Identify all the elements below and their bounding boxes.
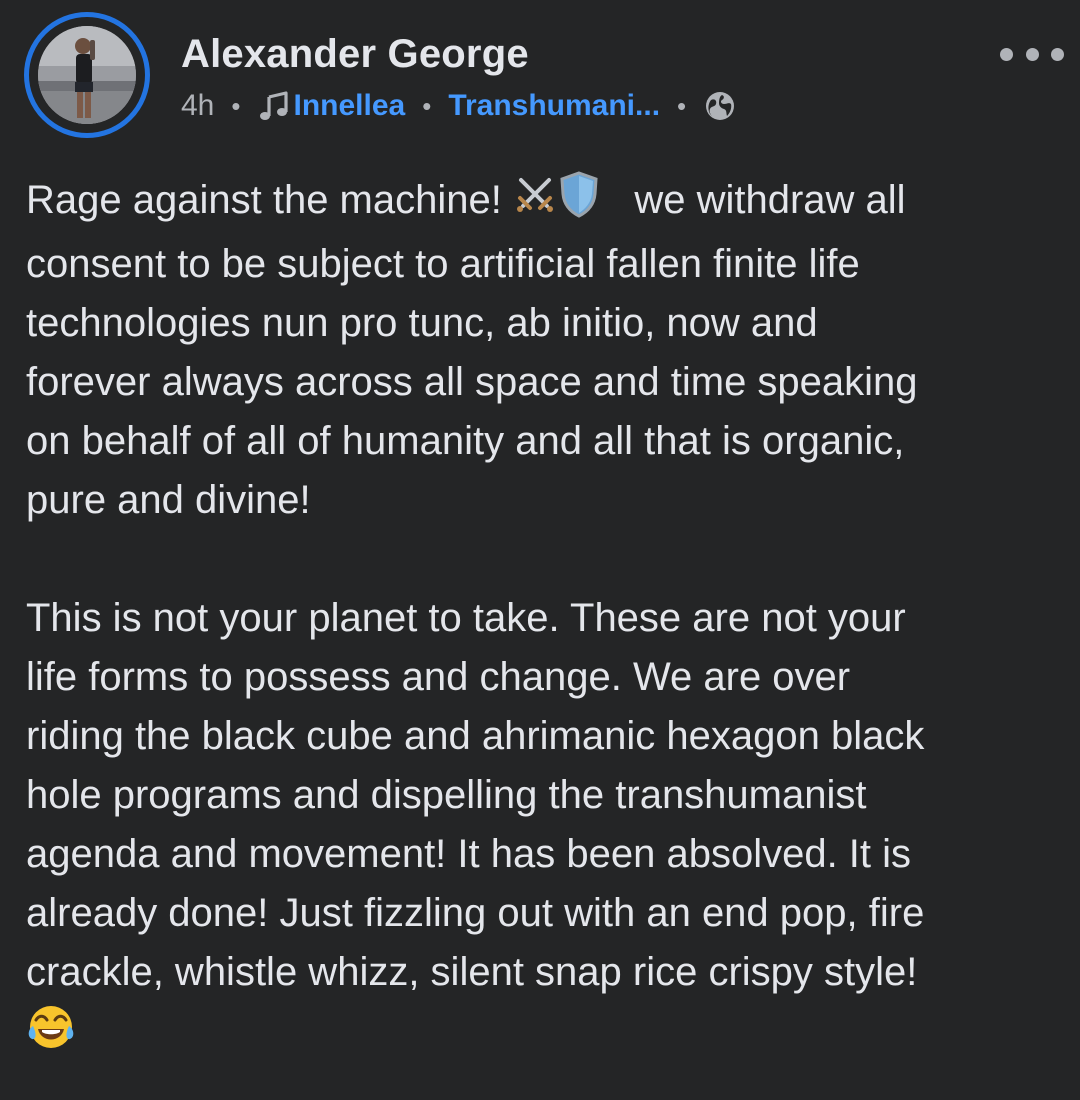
post-body: Rage against the machine! we withdraw al… [26,170,1066,1069]
more-options-button[interactable] [1000,38,1064,70]
post-line: crackle, whistle whizz, silent snap rice… [26,950,918,994]
group-link[interactable]: Transhumani... [448,89,660,123]
post-time[interactable]: 4h [181,89,214,123]
post-line: consent to be subject to artificial fall… [26,242,860,286]
avatar[interactable] [38,26,136,124]
post-line: pure and divine! [26,478,311,522]
post-meta: 4h • Innellea • Transhumani... • [181,86,737,126]
music-note-icon [257,89,291,123]
post-line: hole programs and dispelling the transhu… [26,773,867,817]
post-line: riding the black cube and ahrimanic hexa… [26,714,925,758]
more-horizontal-icon [1000,47,1013,61]
shield-icon [557,170,601,235]
globe-icon[interactable] [703,89,737,123]
tears-of-joy-icon [26,1002,76,1069]
more-horizontal-icon [1025,47,1039,61]
post-line [26,1002,1066,1069]
post-line: life forms to possess and change. We are… [26,655,851,699]
crossed-swords-icon [513,172,557,233]
story-ring[interactable] [24,12,150,138]
meta-separator: • [231,90,241,121]
avatar-photo [38,26,136,124]
author-name[interactable]: Alexander George [181,32,529,77]
post-header: Alexander George 4h • Innellea • Transhu… [0,0,1080,150]
music-link[interactable]: Innellea [293,89,405,123]
meta-separator: • [677,90,687,121]
post-line: already done! Just fizzling out with an … [26,891,925,935]
meta-separator: • [422,90,432,121]
post-line: technologies nun pro tunc, ab initio, no… [26,301,818,345]
post-line: Rage against the machine! we withdraw al… [26,170,1066,235]
more-horizontal-icon [1051,47,1064,61]
post-line: This is not your planet to take. These a… [26,596,906,640]
post-line: agenda and movement! It has been absolve… [26,832,912,876]
post-line: forever always across all space and time… [26,360,918,404]
post-line: on behalf of all of humanity and all tha… [26,419,905,463]
